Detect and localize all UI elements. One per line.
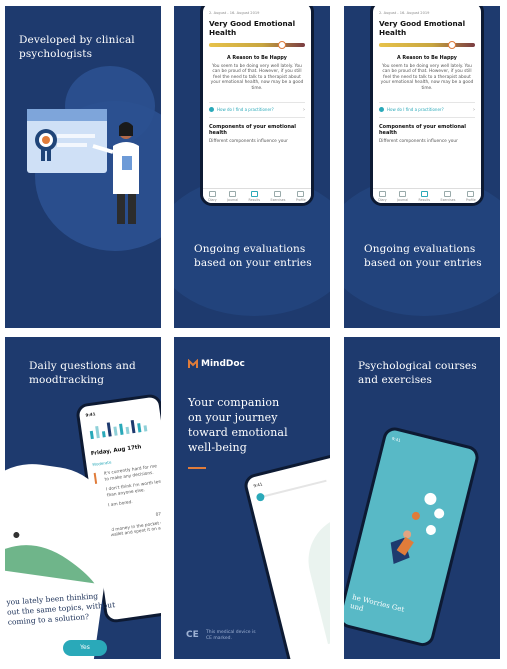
result-heading: Very Good Emotional Health (379, 18, 466, 37)
panel-title: Psychological courses and exercises (358, 360, 477, 386)
tab-journal[interactable]: Journal (227, 190, 238, 202)
result-heading: Very Good Emotional Health (209, 18, 296, 37)
panel-title: Your companion on your journey toward emo… (188, 396, 288, 454)
tab-profile[interactable]: Profile (466, 190, 476, 202)
minddoc-logo: MindDoc (188, 359, 245, 369)
tab-bar: Diary Journal Results Exercises Profile (373, 188, 481, 203)
components-heading: Components of your emotional health (379, 123, 466, 137)
question-text: you lately been thinking out the same top… (6, 591, 116, 627)
tab-profile[interactable]: Profile (296, 190, 306, 202)
date-range: 2. August - 16. August 2019 (209, 11, 260, 15)
panel-title: Ongoing evaluations based on your entries (364, 243, 482, 269)
progress-knob[interactable] (255, 492, 266, 502)
find-practitioner-link[interactable]: How do I find a practitioner? › (379, 101, 475, 118)
panel-companion: MindDoc Your companion on your journey to… (174, 337, 330, 659)
phone-mockup-results: 2. August - 16. August 2019 Very Good Em… (370, 6, 484, 206)
reason-body: You seem to be doing very well lately. Y… (210, 63, 304, 91)
accent-divider (188, 467, 206, 469)
gauge-indicator (448, 40, 456, 49)
date-range: 2. August - 16. August 2019 (379, 11, 430, 15)
phone-mockup-results: 2. August - 16. August 2019 Very Good Em… (200, 6, 314, 206)
hill-illustration (5, 532, 95, 584)
reason-subheading: A Reason to Be Happy (397, 55, 457, 61)
components-body: Different components influence your (379, 138, 458, 144)
psychologist-illustration (27, 109, 139, 224)
ce-mark-icon: CE (186, 630, 199, 640)
panel-evaluations-2: 2. August - 16. August 2019 Very Good Em… (344, 6, 500, 328)
chevron-right-icon: › (303, 106, 305, 113)
tab-journal[interactable]: Journal (397, 190, 408, 202)
tab-exercises[interactable]: Exercises (270, 190, 285, 202)
panel-clinical: Developed by clinical psychologists (5, 6, 161, 328)
tab-results[interactable]: Results (249, 190, 260, 202)
worries-illustration (390, 492, 445, 564)
info-icon (379, 107, 384, 113)
components-heading: Components of your emotional health (209, 123, 296, 137)
components-body: Different components influence your (209, 138, 288, 144)
reason-body: You seem to be doing very well lately. Y… (380, 63, 474, 91)
phone-mockup-question: 9:41 (242, 451, 330, 659)
ce-text: This medical device is CE marked. (206, 630, 256, 641)
mood-chart (89, 419, 148, 440)
health-gauge (209, 40, 305, 49)
question-fragment: Have abo (294, 623, 313, 640)
tab-results[interactable]: Results (419, 190, 430, 202)
phone-mockup-course: 9:41 he Worries Get und (344, 425, 482, 649)
tab-bar: Diary Journal Results Exercises Profile (203, 188, 311, 203)
tab-diary[interactable]: Diary (378, 190, 387, 202)
panel-courses: Psychological courses and exercises 9:41 … (344, 337, 500, 659)
panel-daily-questions: Daily questions and moodtracking 9:41 Fri… (5, 337, 161, 659)
panel-title: Ongoing evaluations based on your entries (194, 243, 312, 269)
reason-subheading: A Reason to Be Happy (227, 55, 287, 61)
tab-exercises[interactable]: Exercises (440, 190, 455, 202)
minddoc-logo-icon (188, 359, 198, 368)
gauge-indicator (278, 40, 286, 49)
chevron-right-icon: › (473, 106, 475, 113)
tab-diary[interactable]: Diary (208, 190, 217, 202)
health-gauge (379, 40, 475, 49)
panel-title: Daily questions and moodtracking (29, 360, 136, 386)
info-icon (209, 107, 214, 113)
panel-evaluations-1: 2. August - 16. August 2019 Very Good Em… (174, 6, 330, 328)
yes-button[interactable]: Yes (63, 640, 107, 656)
find-practitioner-link[interactable]: How do I find a practitioner? › (209, 101, 305, 118)
